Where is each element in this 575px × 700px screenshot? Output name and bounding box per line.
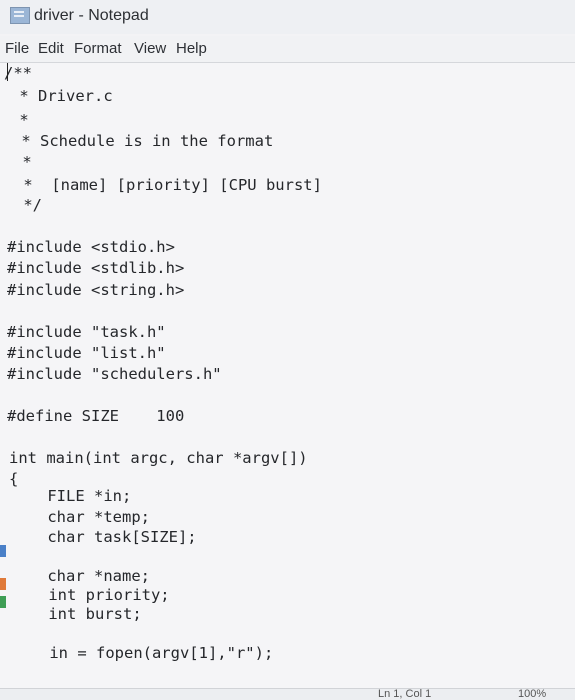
code-line: *: [10, 111, 29, 129]
code-line: #include <stdio.h>: [7, 238, 175, 256]
code-line: * Driver.c: [10, 87, 113, 105]
menu-format[interactable]: Format: [74, 40, 122, 57]
status-bar: Ln 1, Col 1 100%: [0, 688, 575, 700]
code-line: /**: [4, 64, 32, 82]
code-line: #include <stdlib.h>: [7, 259, 185, 277]
menu-edit[interactable]: Edit: [38, 40, 64, 57]
code-line: */: [14, 196, 42, 214]
window-title: driver - Notepad: [34, 7, 149, 24]
code-line: #define SIZE 100: [7, 407, 185, 425]
menu-file[interactable]: File: [5, 40, 29, 57]
text-caret: [7, 63, 8, 81]
code-line: *: [13, 153, 32, 171]
cursor-position: Ln 1, Col 1: [378, 688, 432, 700]
code-line: * Schedule is in the format: [12, 132, 274, 150]
code-line: char task[SIZE];: [10, 528, 197, 546]
code-line: * [name] [priority] [CPU burst]: [14, 176, 322, 194]
code-line: in = fopen(argv[1],"r");: [12, 644, 274, 662]
code-line: int main(int argc, char *argv[]): [9, 449, 308, 467]
desktop-edge-marker: [0, 578, 6, 590]
code-line: #include "task.h": [7, 323, 166, 341]
menu-help[interactable]: Help: [176, 40, 207, 57]
code-line: #include "list.h": [7, 344, 166, 362]
menu-view[interactable]: View: [134, 40, 166, 57]
code-line: char *name;: [10, 567, 150, 585]
desktop-edge-marker: [0, 596, 6, 608]
menu-bar: File Edit Format View Help: [0, 36, 575, 63]
code-line: int priority;: [11, 586, 170, 604]
zoom-level: 100%: [518, 688, 547, 700]
code-line: char *temp;: [10, 508, 150, 526]
code-line: #include "schedulers.h": [7, 365, 222, 383]
title-bar[interactable]: driver - Notepad: [0, 0, 575, 34]
code-line: FILE *in;: [10, 487, 132, 505]
desktop-edge-marker: [0, 545, 6, 557]
notepad-icon: [10, 7, 30, 24]
code-line: {: [9, 470, 19, 488]
notepad-window: driver - Notepad File Edit Format View H…: [0, 0, 575, 700]
code-line: #include <string.h>: [7, 281, 185, 299]
code-line: int burst;: [11, 605, 142, 623]
